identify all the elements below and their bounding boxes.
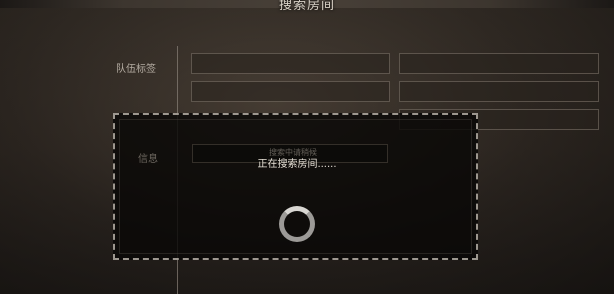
loading-spinner-icon — [279, 206, 315, 242]
search-room-screen: 搜索房间 队伍标签 信息 搜索中请稍候 正在搜索房间...... — [0, 0, 614, 294]
page-title: 搜索房间 — [278, 0, 335, 13]
team-tag-field-4[interactable] — [399, 81, 599, 102]
team-tag-field-1[interactable] — [191, 53, 390, 74]
team-tag-field-2[interactable] — [399, 53, 599, 74]
team-tag-label: 队伍标签 — [116, 64, 156, 75]
searching-message: 正在搜索房间...... — [257, 159, 337, 170]
team-tag-field-3[interactable] — [191, 81, 390, 102]
